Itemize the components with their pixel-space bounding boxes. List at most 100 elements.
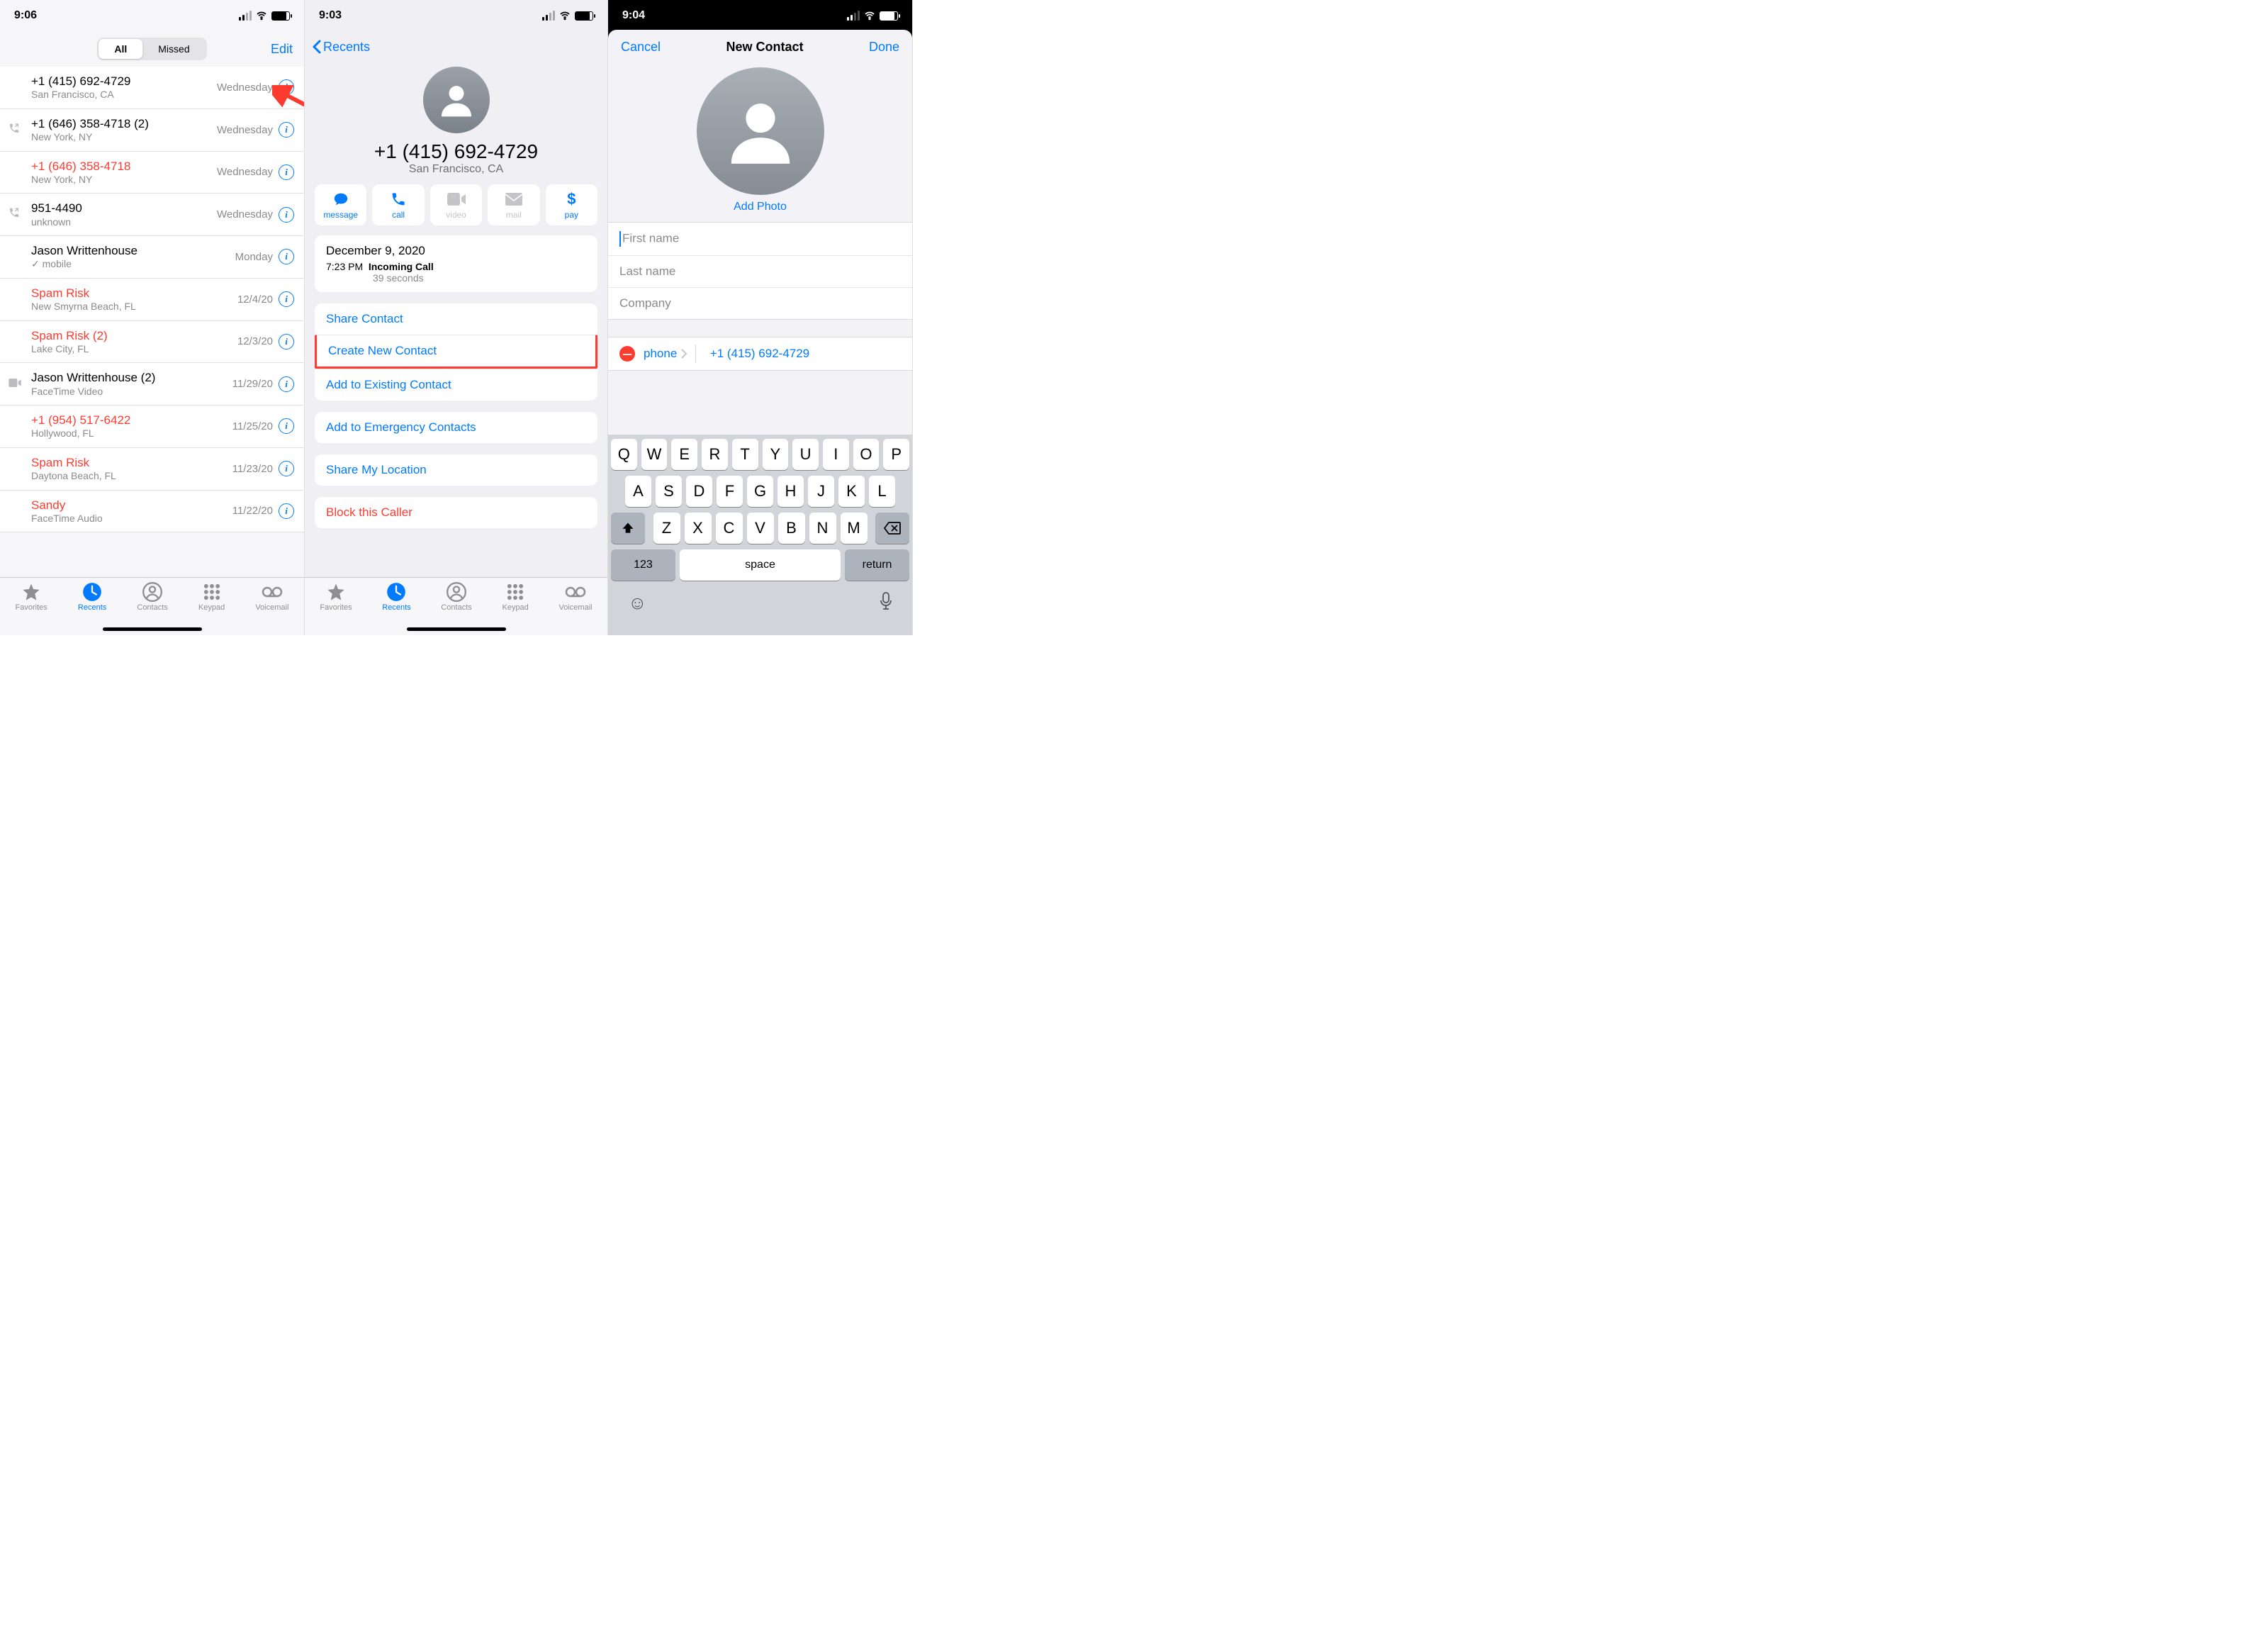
key-a[interactable]: A: [625, 476, 651, 507]
recent-call-row[interactable]: +1 (646) 358-4718 (2)New York, NYWednesd…: [0, 109, 304, 152]
return-key[interactable]: return: [845, 549, 909, 581]
key-k[interactable]: K: [838, 476, 865, 507]
first-name-field[interactable]: First name: [608, 223, 912, 256]
action-pay[interactable]: $pay: [546, 184, 597, 225]
recent-call-row[interactable]: +1 (954) 517-6422Hollywood, FL11/25/20i: [0, 406, 304, 448]
phone-type[interactable]: phone: [644, 347, 687, 361]
segmented-control[interactable]: All Missed: [97, 38, 206, 60]
recent-call-row[interactable]: +1 (646) 358-4718New York, NYWednesdayi: [0, 152, 304, 194]
last-name-field[interactable]: Last name: [608, 256, 912, 288]
clock: 9:04: [622, 9, 645, 22]
recent-call-row[interactable]: Spam Risk (2)Lake City, FL12/3/20i: [0, 321, 304, 364]
key-v[interactable]: V: [747, 513, 774, 544]
add-photo-button[interactable]: Add Photo: [608, 201, 912, 213]
key-r[interactable]: R: [702, 439, 728, 470]
add-emergency[interactable]: Add to Emergency Contacts: [315, 412, 597, 443]
done-button[interactable]: Done: [869, 40, 899, 55]
call-date: Wednesday: [217, 82, 273, 94]
space-key[interactable]: space: [680, 549, 841, 581]
numbers-key[interactable]: 123: [611, 549, 675, 581]
info-icon[interactable]: i: [279, 164, 294, 180]
keyboard[interactable]: QWERTYUIOP ASDFGHJKL ZXCVBNM 123 space r…: [608, 435, 912, 635]
key-y[interactable]: Y: [763, 439, 789, 470]
call-sub: ✓ mobile: [31, 258, 235, 271]
annotation-arrow: [272, 85, 305, 121]
create-new-contact[interactable]: Create New Contact: [315, 335, 597, 369]
tab-keypad[interactable]: Keypad: [502, 582, 528, 635]
recent-call-row[interactable]: Spam RiskDaytona Beach, FL11/23/20i: [0, 448, 304, 491]
action-message[interactable]: message: [315, 184, 366, 225]
recent-call-row[interactable]: Jason Writtenhouse✓ mobileMondayi: [0, 236, 304, 279]
info-icon[interactable]: i: [279, 461, 294, 476]
phone-value[interactable]: +1 (415) 692-4729: [710, 347, 809, 361]
key-o[interactable]: O: [853, 439, 880, 470]
emoji-key[interactable]: ☺: [628, 592, 647, 615]
key-u[interactable]: U: [792, 439, 819, 470]
backspace-key[interactable]: [875, 513, 909, 544]
seg-all[interactable]: All: [99, 39, 142, 59]
share-location[interactable]: Share My Location: [315, 454, 597, 486]
seg-missed[interactable]: Missed: [142, 39, 205, 59]
phone-field-row[interactable]: － phone +1 (415) 692-4729: [608, 337, 912, 371]
recent-call-row[interactable]: Spam RiskNew Smyrna Beach, FL12/4/20i: [0, 279, 304, 321]
call-name: Sandy: [31, 498, 232, 513]
wifi-icon: [864, 10, 875, 21]
key-l[interactable]: L: [869, 476, 895, 507]
key-h[interactable]: H: [777, 476, 804, 507]
key-e[interactable]: E: [671, 439, 697, 470]
tab-voicemail[interactable]: Voicemail: [255, 582, 288, 635]
share-contact[interactable]: Share Contact: [315, 303, 597, 335]
contact-actions-card: Share Contact Create New Contact Add to …: [315, 303, 597, 401]
contact-avatar[interactable]: [697, 67, 824, 195]
call-date: 11/23/20: [232, 463, 273, 475]
recents-list[interactable]: +1 (415) 692-4729San Francisco, CAWednes…: [0, 67, 304, 532]
info-icon[interactable]: i: [279, 376, 294, 392]
tab-keypad[interactable]: Keypad: [198, 582, 225, 635]
remove-icon[interactable]: －: [619, 346, 635, 362]
key-j[interactable]: J: [808, 476, 834, 507]
mic-key[interactable]: [880, 592, 892, 615]
recent-call-row[interactable]: SandyFaceTime Audio11/22/20i: [0, 491, 304, 533]
key-t[interactable]: T: [732, 439, 758, 470]
info-icon[interactable]: i: [279, 122, 294, 138]
recent-call-row[interactable]: 951-4490unknownWednesdayi: [0, 194, 304, 236]
status-bar: 9:03: [305, 0, 607, 31]
action-call[interactable]: call: [372, 184, 424, 225]
key-s[interactable]: S: [656, 476, 682, 507]
recent-call-row[interactable]: Jason Writtenhouse (2)FaceTime Video11/2…: [0, 363, 304, 406]
tab-voicemail[interactable]: Voicemail: [559, 582, 593, 635]
info-icon[interactable]: i: [279, 418, 294, 434]
block-caller[interactable]: Block this Caller: [315, 497, 597, 528]
key-f[interactable]: F: [717, 476, 743, 507]
tab-favorites[interactable]: Favorites: [320, 582, 352, 635]
key-b[interactable]: B: [778, 513, 805, 544]
info-icon[interactable]: i: [279, 291, 294, 307]
info-icon[interactable]: i: [279, 503, 294, 519]
key-c[interactable]: C: [716, 513, 743, 544]
key-m[interactable]: M: [841, 513, 868, 544]
add-existing-contact[interactable]: Add to Existing Contact: [315, 369, 597, 401]
key-w[interactable]: W: [641, 439, 668, 470]
tab-recents[interactable]: Recents: [78, 582, 106, 635]
call-sub: Hollywood, FL: [31, 427, 232, 440]
key-n[interactable]: N: [809, 513, 836, 544]
call-date: Wednesday: [217, 208, 273, 220]
tab-favorites[interactable]: Favorites: [16, 582, 47, 635]
company-field[interactable]: Company: [608, 288, 912, 319]
key-p[interactable]: P: [883, 439, 909, 470]
edit-button[interactable]: Edit: [271, 42, 293, 57]
key-z[interactable]: Z: [653, 513, 680, 544]
back-button[interactable]: Recents: [312, 40, 370, 55]
key-q[interactable]: Q: [611, 439, 637, 470]
key-g[interactable]: G: [747, 476, 773, 507]
key-i[interactable]: I: [823, 439, 849, 470]
key-x[interactable]: X: [685, 513, 712, 544]
info-icon[interactable]: i: [279, 207, 294, 223]
cancel-button[interactable]: Cancel: [621, 40, 661, 55]
info-icon[interactable]: i: [279, 249, 294, 264]
call-sub: New York, NY: [31, 174, 217, 186]
shift-key[interactable]: [611, 513, 645, 544]
info-icon[interactable]: i: [279, 334, 294, 350]
recent-call-row[interactable]: +1 (415) 692-4729San Francisco, CAWednes…: [0, 67, 304, 109]
key-d[interactable]: D: [686, 476, 712, 507]
